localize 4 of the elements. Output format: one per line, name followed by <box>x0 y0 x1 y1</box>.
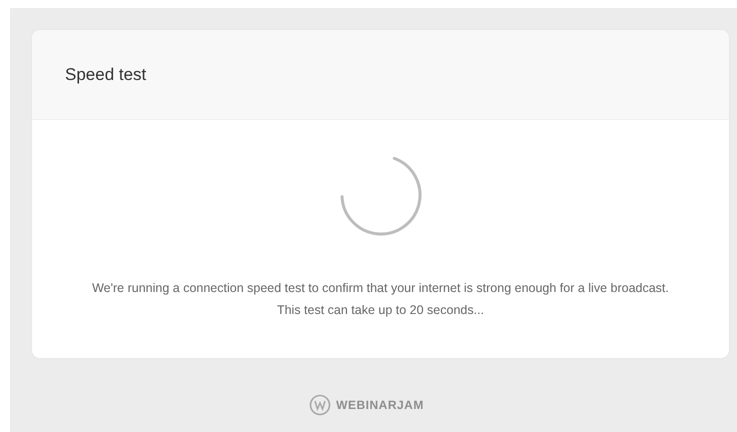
logo-icon <box>309 394 332 416</box>
status-message: We're running a connection speed test to confirm that your internet is strong enough for a live broadcast. This test can take up to 20 seconds... <box>91 280 670 319</box>
card-title: Speed test <box>65 64 146 84</box>
logo-text: WEBINARJAM <box>336 398 424 412</box>
